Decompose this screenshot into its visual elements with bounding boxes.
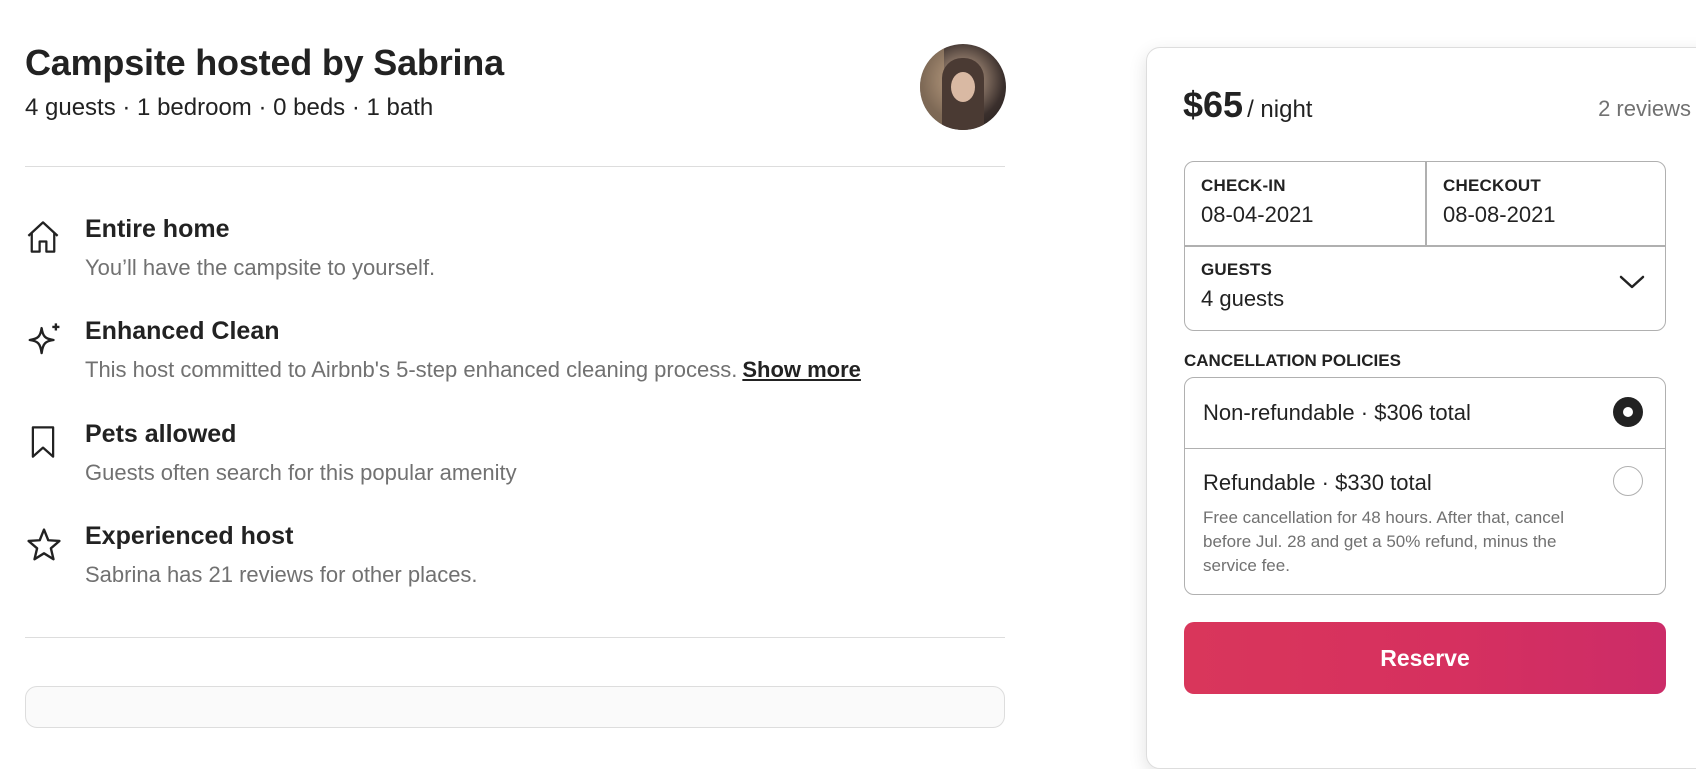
divider [25,637,1005,638]
guests-field[interactable]: GUESTS 4 guests [1201,260,1284,312]
radio-selected[interactable] [1613,397,1643,427]
next-section-card [25,686,1005,728]
nightly-price: $65/ night [1183,84,1312,126]
feature-title: Entire home [85,215,230,243]
policy-refundable[interactable]: Refundable · $330 total Free cancellatio… [1185,450,1665,594]
feature-description: This host committed to Airbnb's 5-step e… [85,357,861,382]
radio-unselected[interactable] [1613,466,1643,496]
feature-description: Sabrina has 21 reviews for other places. [85,562,478,587]
host-avatar[interactable] [920,44,1006,130]
guests-value: 4 guests [1201,286,1285,311]
price-unit: / night [1247,96,1313,123]
checkin-value: 08-04-2021 [1201,202,1314,227]
show-more-link[interactable]: Show more [742,357,861,382]
listing-summary: 4 guests · 1 bedroom · 0 beds · 1 bath [25,94,434,121]
policy-title: Non-refundable · $306 total [1203,400,1471,425]
bookmark-icon [25,424,61,460]
booking-fields: CHECK-IN 08-04-2021 CHECKOUT 08-08-2021 … [1184,161,1666,331]
checkin-field[interactable]: CHECK-IN 08-04-2021 [1201,176,1314,228]
checkout-value: 08-08-2021 [1443,202,1556,227]
checkout-label: CHECKOUT [1443,176,1541,195]
policy-non-refundable[interactable]: Non-refundable · $306 total [1185,378,1665,449]
policy-description: Free cancellation for 48 hours. After th… [1203,508,1564,575]
listing-title: Campsite hosted by Sabrina [25,42,504,83]
feature-entire-home: Entire home You’ll have the campsite to … [25,215,1005,285]
price-amount: $65 [1183,84,1244,125]
field-divider [1425,162,1427,245]
feature-experienced-host: Experienced host Sabrina has 21 reviews … [25,522,1005,592]
feature-description: You’ll have the campsite to yourself. [85,255,436,280]
guests-label: GUESTS [1201,260,1273,279]
field-divider [1185,245,1665,247]
checkout-field[interactable]: CHECKOUT 08-08-2021 [1443,176,1556,228]
feature-title: Enhanced Clean [85,317,280,345]
divider [25,166,1005,167]
house-icon [25,219,61,255]
feature-title: Experienced host [85,522,294,550]
cancellation-policies-label: CANCELLATION POLICIES [1184,351,1401,370]
feature-pets-allowed: Pets allowed Guests often search for thi… [25,420,1005,490]
chevron-down-icon[interactable] [1619,274,1645,290]
star-icon [25,526,61,562]
sparkle-icon [25,321,61,357]
feature-description: Guests often search for this popular ame… [85,460,517,485]
booking-card: $65/ night 2 reviews CHECK-IN 08-04-2021… [1146,47,1696,769]
feature-title: Pets allowed [85,420,237,448]
reviews-count[interactable]: 2 reviews [1571,96,1691,122]
policy-title: Refundable · $330 total [1203,470,1432,495]
feature-enhanced-clean: Enhanced Clean This host committed to Ai… [25,317,1005,387]
checkin-label: CHECK-IN [1201,176,1286,195]
reserve-button[interactable]: Reserve [1184,622,1666,694]
cancellation-policies: Non-refundable · $306 total Refundable ·… [1184,377,1666,595]
